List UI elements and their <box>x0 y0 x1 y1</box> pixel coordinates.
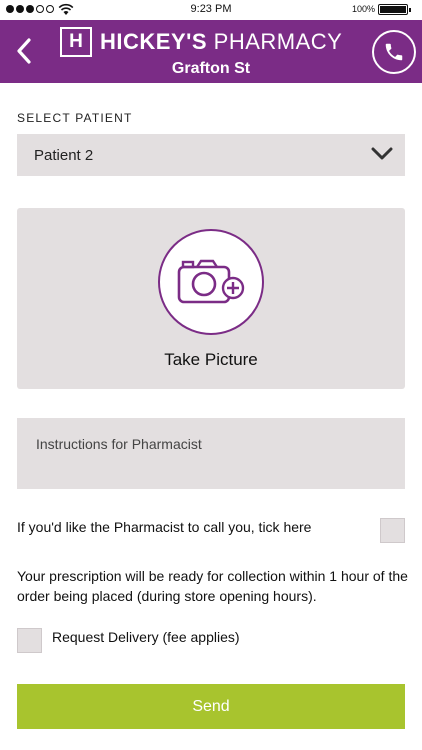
app-header: H HICKEY'S PHARMACY Grafton St <box>0 20 422 83</box>
take-picture-panel[interactable]: Take Picture <box>17 208 405 389</box>
phone-icon <box>385 43 403 61</box>
pharmacy-logo: H HICKEY'S PHARMACY <box>60 27 360 57</box>
take-picture-label: Take Picture <box>164 350 258 369</box>
send-button[interactable]: Send <box>17 684 405 729</box>
brand-name-light: PHARMACY <box>207 29 343 54</box>
brand-name-bold: HICKEY'S <box>100 29 208 54</box>
call-pharmacy-button[interactable] <box>372 30 416 74</box>
collection-info-text: Your prescription will be ready for coll… <box>17 568 408 604</box>
instructions-field[interactable]: Instructions for Pharmacist <box>17 418 405 489</box>
take-picture-button[interactable] <box>158 229 264 335</box>
delivery-label: Request Delivery (fee applies) <box>52 629 240 645</box>
select-patient-label: SELECT PATIENT <box>17 111 133 125</box>
chevron-down-icon <box>371 147 393 160</box>
pharmacy-name: HICKEY'S PHARMACY <box>100 29 342 55</box>
delivery-checkbox[interactable] <box>17 628 42 653</box>
call-back-label: If you'd like the Pharmacist to call you… <box>17 519 312 535</box>
call-back-checkbox[interactable] <box>380 518 405 543</box>
patient-select[interactable]: Patient 2 <box>17 134 405 176</box>
camera-plus-icon <box>177 259 245 304</box>
logo-letter: H <box>60 27 92 57</box>
battery-icon <box>378 4 411 15</box>
instructions-placeholder: Instructions for Pharmacist <box>36 436 202 452</box>
status-bar: 9:23 PM 100% <box>0 0 422 20</box>
patient-select-value: Patient 2 <box>34 147 94 164</box>
battery-percent: 100% <box>352 4 376 14</box>
branch-name: Grafton St <box>171 60 251 77</box>
